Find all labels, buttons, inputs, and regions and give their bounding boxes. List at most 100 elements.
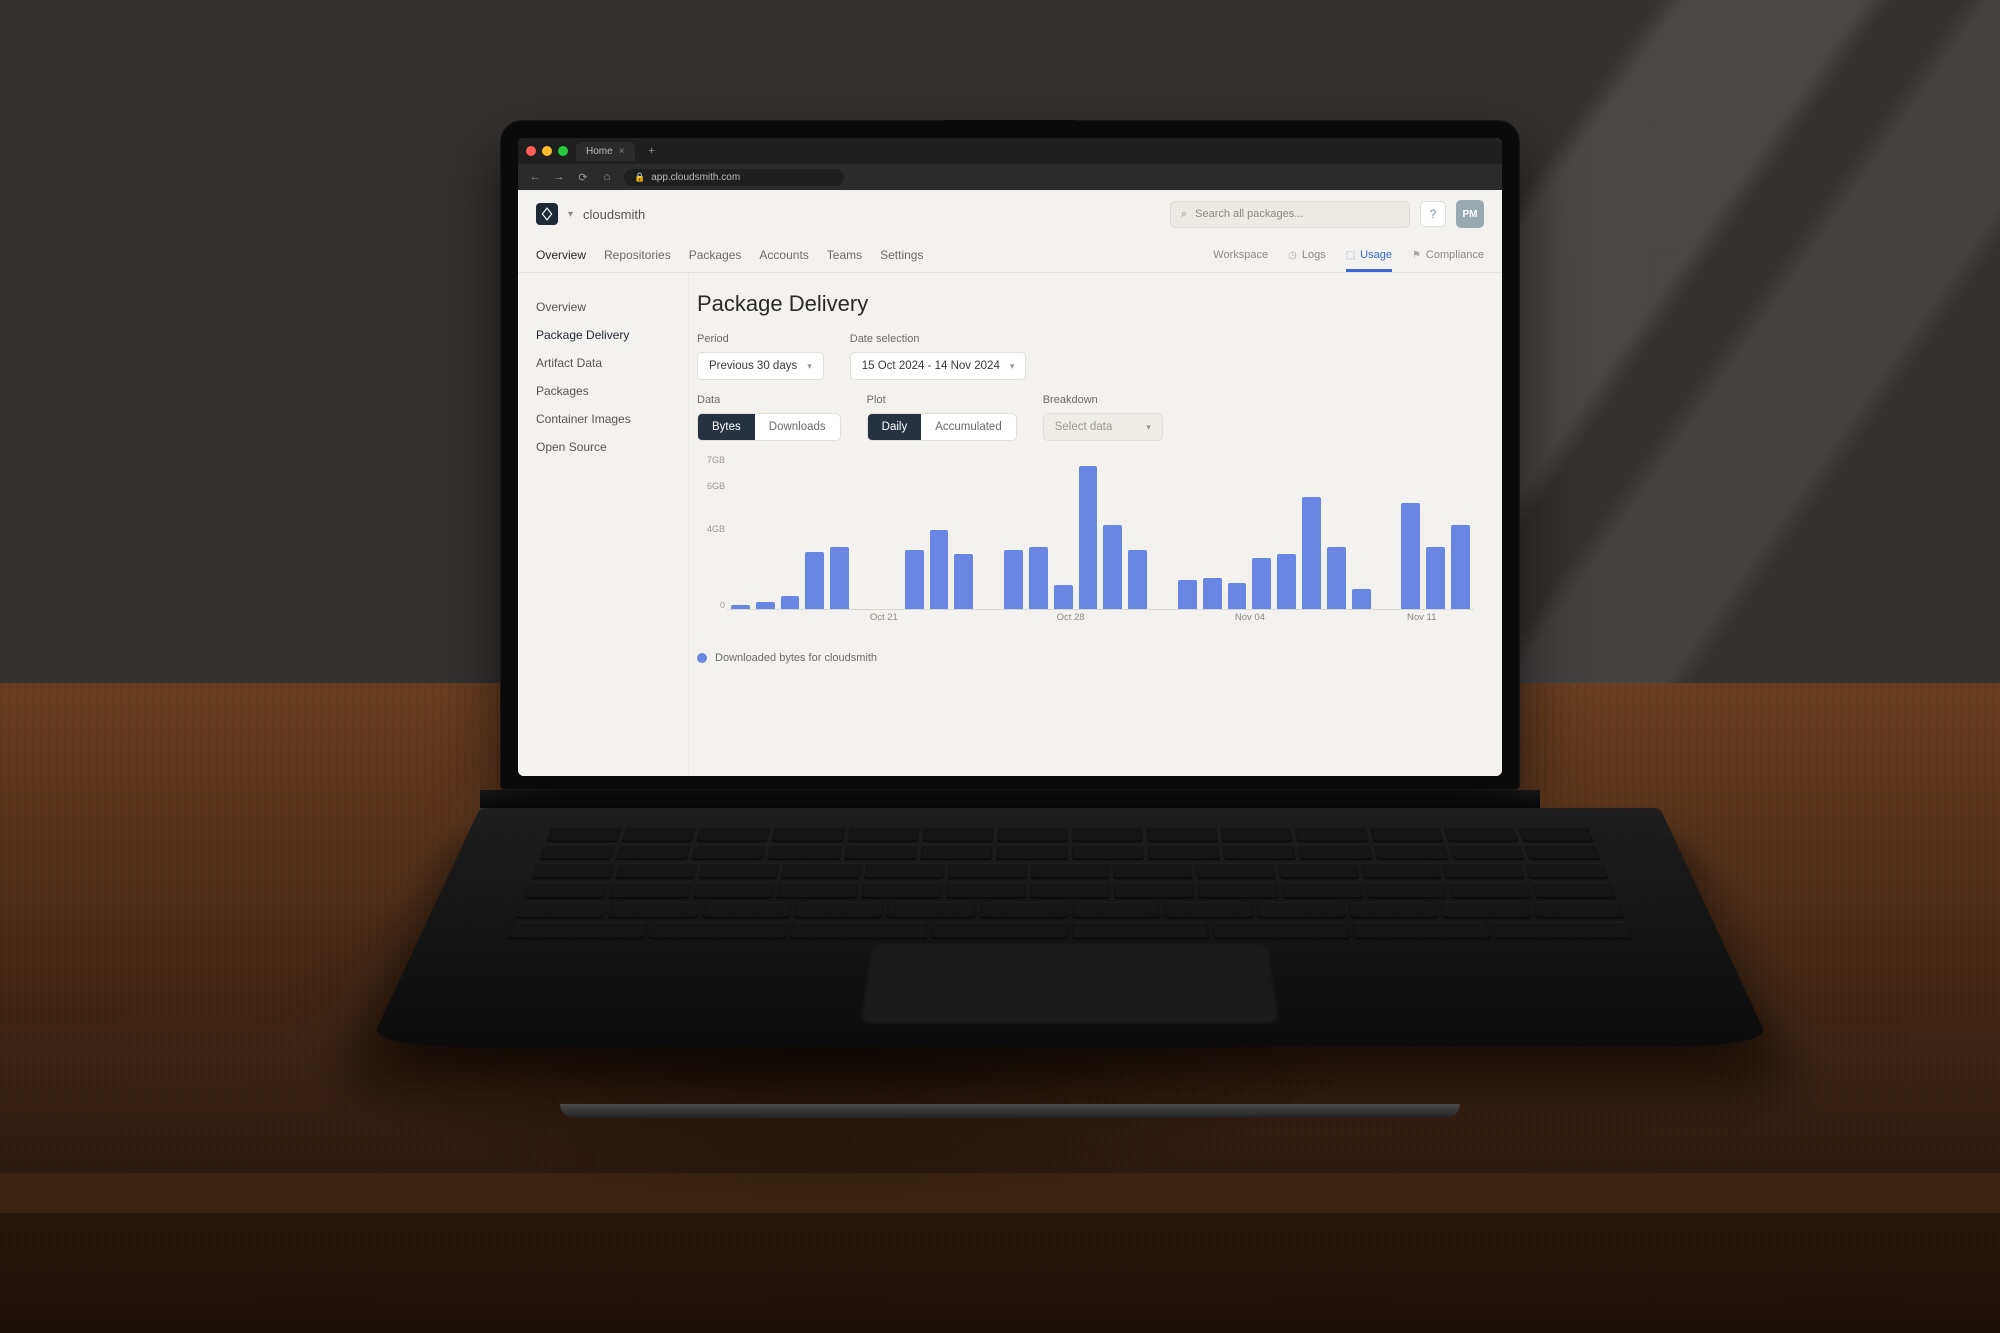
search-icon: ⌕ [1181,208,1187,221]
usage-chart: 7GB6GB4GB0 Oct 21Oct 28Nov 04Nov 11 [697,455,1474,630]
close-tab-icon[interactable]: × [619,146,625,157]
dates-label: Date selection [850,333,1027,345]
sidebar-item-package-delivery[interactable]: Package Delivery [536,321,688,349]
chart-bar [1277,554,1296,609]
y-tick: 7GB [697,455,725,465]
close-window-icon[interactable] [526,146,536,156]
nav-packages[interactable]: Packages [689,238,742,272]
date-range-select[interactable]: 15 Oct 2024 - 14 Nov 2024 ▾ [850,352,1027,380]
browser-tab[interactable]: Home × [576,142,635,161]
global-search-input[interactable]: ⌕ Search all packages... [1170,201,1410,228]
legend-label: Downloaded bytes for cloudsmith [715,652,877,664]
sidebar-item-open-source[interactable]: Open Source [536,433,688,461]
chart-bar [1128,550,1147,609]
nav-reload-icon[interactable]: ⟳ [576,171,590,184]
legend-swatch-icon [697,653,707,663]
seg-plot-accumulated[interactable]: Accumulated [921,414,1015,440]
sidebar: OverviewPackage DeliveryArtifact DataPac… [518,273,688,776]
x-tick: Oct 21 [870,612,898,623]
breakdown-select[interactable]: Select data ▾ [1043,413,1163,441]
chart-bar [756,602,775,609]
period-select[interactable]: Previous 30 days ▾ [697,352,824,380]
chart-bar [830,547,849,609]
y-tick: 6GB [697,481,725,491]
sidebar-item-artifact-data[interactable]: Artifact Data [536,349,688,377]
seg-data-downloads[interactable]: Downloads [755,414,840,440]
y-tick: 4GB [697,524,725,534]
chart-bar [1252,558,1271,609]
user-avatar[interactable]: PM [1456,200,1484,228]
workspace-switcher-icon[interactable]: ▾ [568,209,573,220]
workspace-name[interactable]: cloudsmith [583,207,645,222]
page-title: Package Delivery [697,291,1474,317]
chart-bar [1004,550,1023,609]
chart-bar [1302,497,1321,609]
compliance-icon: ⚑ [1412,250,1421,261]
chart-bar [1029,547,1048,609]
chart-bar [1203,578,1222,609]
chart-bar [731,605,750,609]
url-text: app.cloudsmith.com [651,172,740,183]
tab-title: Home [586,146,613,157]
x-tick: Nov 11 [1407,612,1436,623]
nav-overview[interactable]: Overview [536,238,586,272]
breakdown-placeholder: Select data [1055,421,1113,433]
lock-icon: 🔒 [634,172,645,183]
chart-bar [1352,589,1371,609]
app-header: ▾ cloudsmith ⌕ Search all packages... ? … [518,190,1502,238]
chevron-down-icon: ▾ [1010,361,1015,372]
nav-home-icon[interactable]: ⌂ [600,171,614,183]
plot-label: Plot [867,394,1017,406]
chart-bar [1054,585,1073,609]
app-nav: Overview Repositories Packages Accounts Team… [518,238,1502,273]
new-tab-button[interactable]: + [643,142,661,160]
search-placeholder: Search all packages... [1195,208,1303,220]
address-bar[interactable]: 🔒 app.cloudsmith.com [624,169,844,186]
logs-icon: ◷ [1288,250,1297,261]
data-toggle: BytesDownloads [697,413,841,441]
date-range-value: 15 Oct 2024 - 14 Nov 2024 [862,360,1000,372]
sidebar-item-overview[interactable]: Overview [536,293,688,321]
breakdown-label: Breakdown [1043,394,1163,406]
sidebar-item-container-images[interactable]: Container Images [536,405,688,433]
subnav-usage[interactable]: ⬚Usage [1346,239,1392,272]
chart-bar [1103,525,1122,609]
sidebar-item-packages[interactable]: Packages [536,377,688,405]
laptop-mockup: Home × + ← → ⟳ ⌂ 🔒 app.cloudsmith.com [480,120,1540,1118]
subnav-compliance[interactable]: ⚑Compliance [1412,239,1484,271]
chart-bar [954,554,973,609]
brand-logo-icon[interactable] [536,203,558,225]
subnav-workspace[interactable]: Workspace [1213,239,1268,271]
x-tick: Oct 28 [1057,612,1085,623]
chart-bar [1401,503,1420,609]
nav-repositories[interactable]: Repositories [604,238,671,272]
chart-bar [930,530,949,609]
chevron-down-icon: ▾ [807,361,812,372]
maximize-window-icon[interactable] [558,146,568,156]
subnav-logs[interactable]: ◷Logs [1288,239,1326,271]
chart-bar [1451,525,1470,609]
usage-icon: ⬚ [1346,250,1355,261]
chart-bar [1426,547,1445,609]
chart-bar [1178,580,1197,609]
chart-bar [1327,547,1346,609]
period-label: Period [697,333,824,345]
plot-toggle: DailyAccumulated [867,413,1017,441]
nav-settings[interactable]: Settings [880,238,923,272]
chart-bar [1079,466,1098,609]
chart-legend: Downloaded bytes for cloudsmith [697,652,1474,664]
nav-accounts[interactable]: Accounts [759,238,808,272]
chart-bar [781,596,800,609]
help-button[interactable]: ? [1420,201,1446,227]
nav-forward-icon[interactable]: → [552,171,566,183]
seg-plot-daily[interactable]: Daily [868,414,922,440]
period-value: Previous 30 days [709,360,797,372]
minimize-window-icon[interactable] [542,146,552,156]
nav-teams[interactable]: Teams [827,238,862,272]
chart-bar [805,552,824,609]
window-controls[interactable] [526,146,568,156]
seg-data-bytes[interactable]: Bytes [698,414,755,440]
nav-back-icon[interactable]: ← [528,171,542,183]
x-tick: Nov 04 [1235,612,1265,623]
browser-chrome: Home × + ← → ⟳ ⌂ 🔒 app.cloudsmith.com [518,138,1502,190]
